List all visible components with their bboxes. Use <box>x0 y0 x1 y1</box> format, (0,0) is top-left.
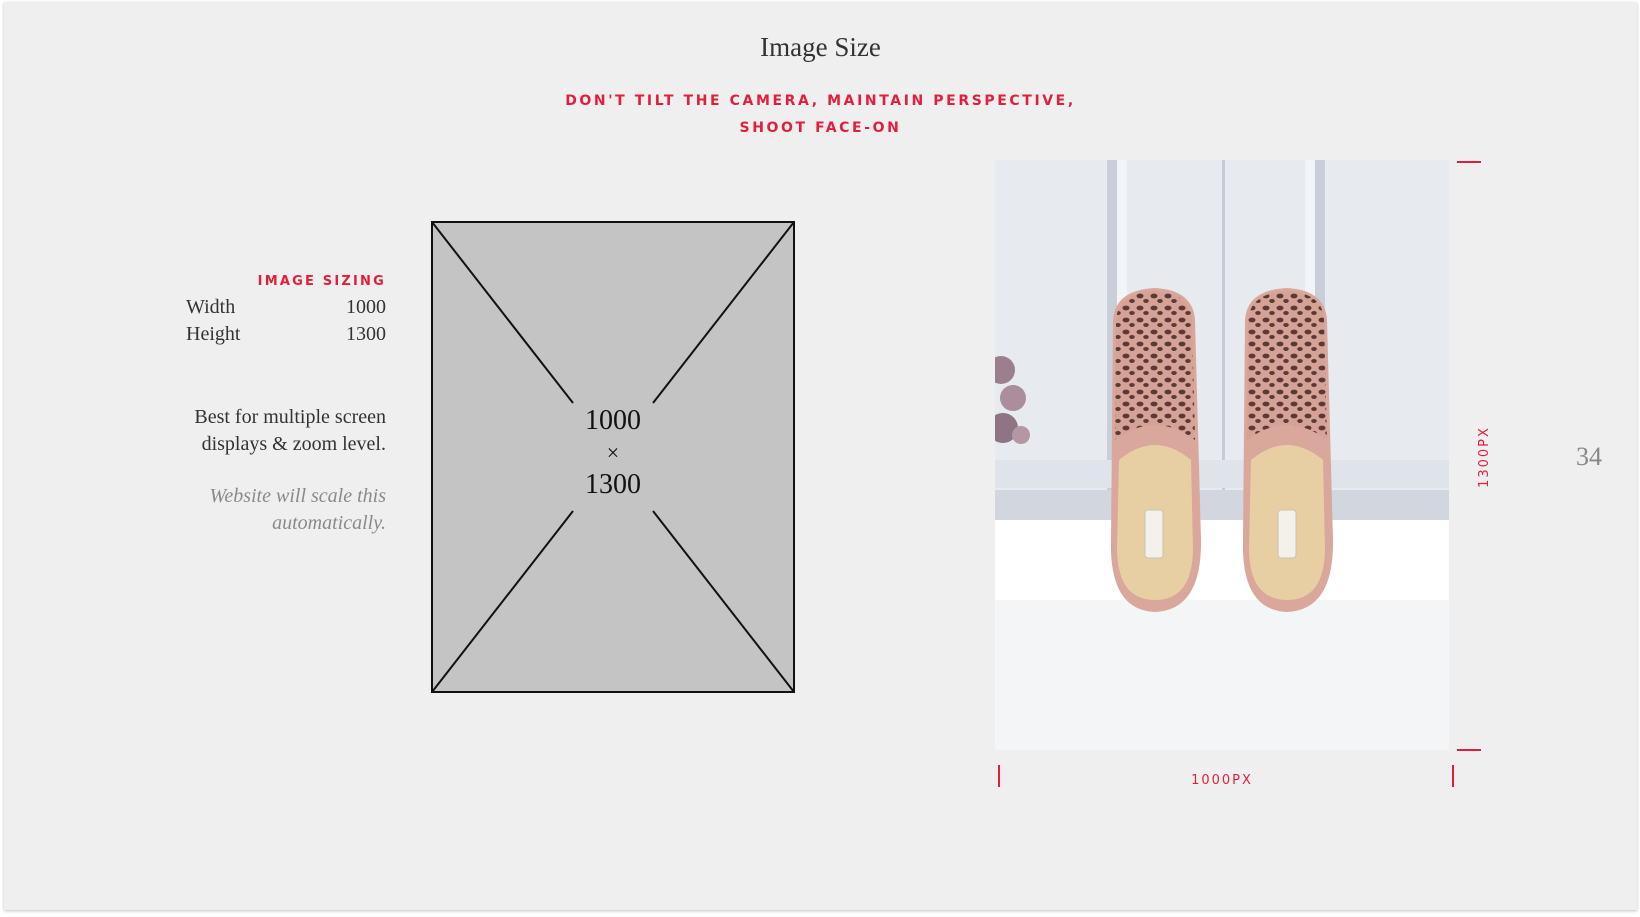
right-shoe <box>1242 288 1334 612</box>
placeholder-height: 1300 <box>585 469 641 500</box>
image-sizing-info: IMAGE SIZING Width 1000 Height 1300 Best… <box>186 274 386 537</box>
example-photo <box>995 160 1449 750</box>
height-label: Height <box>186 323 241 345</box>
page-title: Image Size <box>760 32 881 62</box>
placeholder-width: 1000 <box>585 405 641 436</box>
height-value: 1300 <box>346 323 386 345</box>
placeholder-dimensions: 1000 × 1300 <box>431 405 795 501</box>
sizing-description: Best for multiple screen displays & zoom… <box>194 406 386 455</box>
subtitle-line-1: don't tilt the camera, maintain perspect… <box>565 93 1076 109</box>
height-spec-row: Height 1300 <box>186 321 386 348</box>
photo-height-label: 1300px <box>1477 426 1492 488</box>
sizing-note: Website will scale this automatically. <box>209 485 386 534</box>
left-shoe <box>1110 288 1202 612</box>
width-value: 1000 <box>346 296 386 318</box>
width-spec-row: Width 1000 <box>186 294 386 321</box>
bottom-right-vertical-tick <box>1452 765 1454 787</box>
slide: Image Size don't tilt the camera, mainta… <box>4 2 1637 910</box>
times-symbol: × <box>606 440 620 465</box>
image-sizing-heading: IMAGE SIZING <box>257 274 386 289</box>
page-number: 34 <box>1576 442 1602 471</box>
page-subtitle: don't tilt the camera, maintain perspect… <box>4 88 1637 142</box>
top-right-tick <box>1457 161 1481 163</box>
shoes-illustration <box>995 160 1449 750</box>
image-placeholder: 1000 × 1300 <box>431 221 795 693</box>
photo-width-label: 1000px <box>1191 773 1253 788</box>
subtitle-line-2: shoot face-on <box>739 120 902 136</box>
bottom-right-tick <box>1457 749 1481 751</box>
width-label: Width <box>186 296 236 318</box>
